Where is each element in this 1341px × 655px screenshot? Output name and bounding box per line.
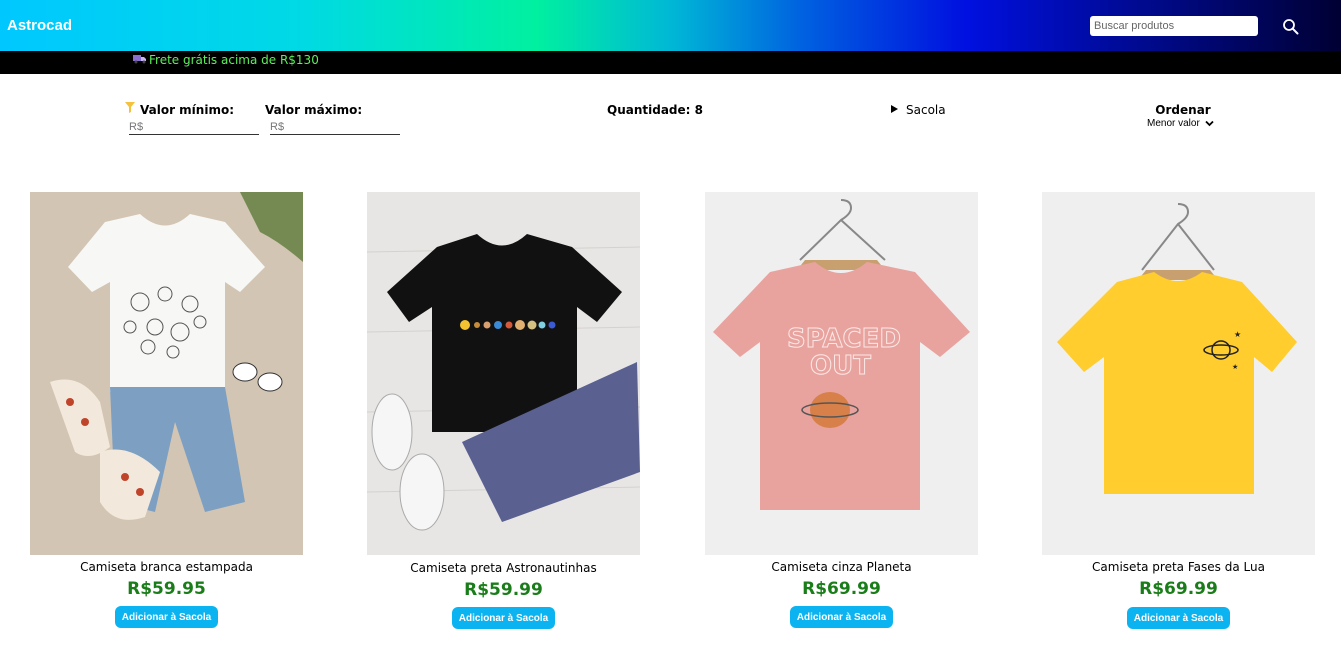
product-image[interactable] [367, 192, 640, 555]
product-name: Camiseta cinza Planeta [771, 560, 912, 574]
product-image[interactable] [30, 192, 303, 555]
min-value-label: Valor mínimo: [140, 103, 235, 117]
quantity-label: Quantidade: 8 [607, 103, 703, 117]
product-name: Camiseta branca estampada [80, 560, 253, 574]
product-image[interactable]: ★ ★ [1042, 192, 1315, 555]
sort-selected-value: Menor valor [1147, 118, 1200, 129]
max-value-input[interactable] [270, 119, 400, 135]
bag-toggle[interactable]: Sacola [891, 103, 946, 117]
product-name: Camiseta preta Fases da Lua [1092, 560, 1265, 574]
chevron-down-icon [1204, 120, 1214, 127]
min-value-input[interactable] [129, 119, 259, 135]
triangle-right-icon [891, 105, 898, 113]
product-price: R$69.99 [1139, 579, 1218, 599]
svg-text:OUT: OUT [810, 351, 871, 381]
sort-title: Ordenar [1155, 103, 1211, 117]
product-price: R$59.95 [127, 579, 206, 599]
svg-text:★: ★ [1234, 330, 1241, 339]
add-to-bag-button[interactable]: Adicionar à Sacola [115, 606, 218, 628]
svg-text:SPACED: SPACED [787, 324, 901, 354]
product-price: R$69.99 [802, 579, 881, 599]
sort-select[interactable]: Menor valor [1147, 118, 1214, 129]
product-price: R$59.99 [464, 580, 543, 600]
filters-bar: Valor mínimo: Valor máximo: Quantidade: … [0, 0, 1341, 160]
add-to-bag-button[interactable]: Adicionar à Sacola [452, 607, 555, 629]
funnel-icon [125, 102, 135, 113]
product-image[interactable]: SPACED OUT [705, 192, 978, 555]
max-value-label: Valor máximo: [265, 103, 363, 117]
bag-label: Sacola [906, 103, 946, 117]
product-name: Camiseta preta Astronautinhas [410, 561, 597, 575]
add-to-bag-button[interactable]: Adicionar à Sacola [790, 606, 893, 628]
add-to-bag-button[interactable]: Adicionar à Sacola [1127, 607, 1230, 629]
svg-text:★: ★ [1232, 363, 1238, 371]
